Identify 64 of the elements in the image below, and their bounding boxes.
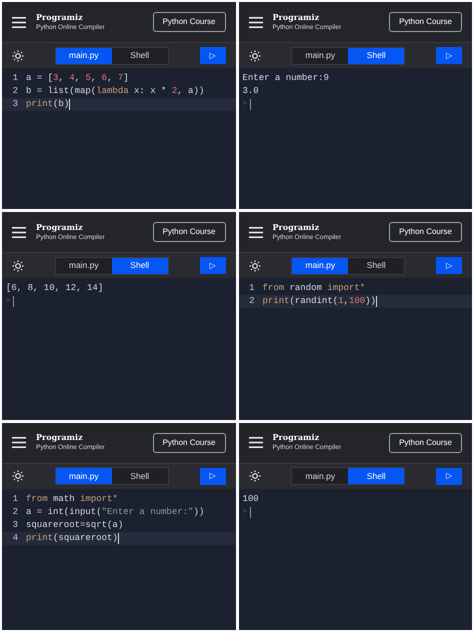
line-number: 2 — [248, 295, 256, 308]
output-line: 100 — [242, 492, 260, 506]
code-text: from random import* — [262, 282, 366, 296]
line-number: 1 — [248, 282, 256, 296]
logo[interactable]: Programiz — [272, 433, 380, 442]
course-button[interactable]: Python Course — [152, 12, 226, 32]
output-line: [6, 8, 10, 12, 14] — [6, 282, 104, 296]
run-button[interactable]: ▷ — [436, 468, 462, 485]
run-button[interactable]: ▷ — [436, 47, 462, 64]
text-cursor — [250, 99, 251, 110]
course-button[interactable]: Python Course — [389, 12, 462, 32]
run-button[interactable]: ▷ — [200, 257, 226, 274]
logo[interactable]: Programiz — [272, 223, 380, 232]
code-text: squareroot=sqrt(a) — [26, 518, 124, 532]
text-cursor — [250, 506, 251, 518]
menu-icon[interactable] — [248, 226, 262, 238]
run-button[interactable]: ▷ — [200, 468, 226, 485]
menu-icon[interactable] — [12, 226, 26, 238]
code-text: a = [3, 4, 5, 6, 7] — [26, 72, 129, 85]
sun-icon[interactable] — [248, 470, 260, 482]
menu-icon[interactable] — [12, 437, 26, 448]
tab[interactable]: main.py — [292, 258, 348, 274]
output-line: 3.0 — [242, 85, 260, 98]
tab[interactable]: main.py — [56, 48, 112, 64]
line-number: 2 — [12, 85, 19, 98]
tab[interactable]: main.py — [56, 468, 112, 484]
logo[interactable]: Programiz — [272, 12, 380, 21]
menu-icon[interactable] — [12, 16, 26, 28]
sun-icon[interactable] — [12, 470, 24, 482]
line-number: 1 — [12, 492, 19, 506]
line-number: 3 — [12, 518, 19, 532]
line-number: 4 — [12, 532, 19, 545]
line-number: 3 — [12, 98, 19, 111]
text-cursor — [118, 532, 119, 544]
code-text: from math import* — [26, 492, 118, 506]
logo[interactable]: Programiz — [36, 12, 143, 21]
output-line: Enter a number:9 — [242, 72, 330, 85]
tab[interactable]: Shell — [112, 258, 168, 274]
line-number: 2 — [12, 506, 19, 519]
sun-icon[interactable] — [12, 260, 24, 272]
run-button[interactable]: ▷ — [436, 257, 462, 274]
course-button[interactable]: Python Course — [389, 432, 462, 453]
logo[interactable]: Programiz — [36, 223, 143, 232]
menu-icon[interactable] — [248, 16, 262, 28]
course-button[interactable]: Python Course — [152, 222, 226, 242]
code-text: print(squareroot) — [26, 532, 118, 545]
code-text: a = int(input("Enter a number:")) — [26, 506, 204, 519]
tab[interactable]: Shell — [348, 468, 404, 484]
code-text: print(b) — [26, 98, 70, 111]
course-button[interactable]: Python Course — [152, 432, 226, 453]
course-button[interactable]: Python Course — [389, 222, 462, 242]
code-text: b = list(map(lambda x: x * 2, a)) — [26, 85, 204, 98]
menu-icon[interactable] — [248, 437, 262, 448]
tab[interactable]: Shell — [348, 48, 404, 64]
sun-icon[interactable] — [12, 50, 24, 62]
logo[interactable]: Programiz — [36, 433, 143, 442]
sun-icon[interactable] — [248, 50, 260, 62]
sun-icon[interactable] — [248, 260, 260, 272]
text-cursor — [376, 296, 377, 308]
text-cursor — [13, 296, 14, 308]
code-text: print(randint(1,100)) — [262, 295, 376, 308]
run-button[interactable]: ▷ — [200, 47, 226, 64]
text-cursor — [69, 99, 70, 110]
line-number: 1 — [12, 72, 19, 85]
